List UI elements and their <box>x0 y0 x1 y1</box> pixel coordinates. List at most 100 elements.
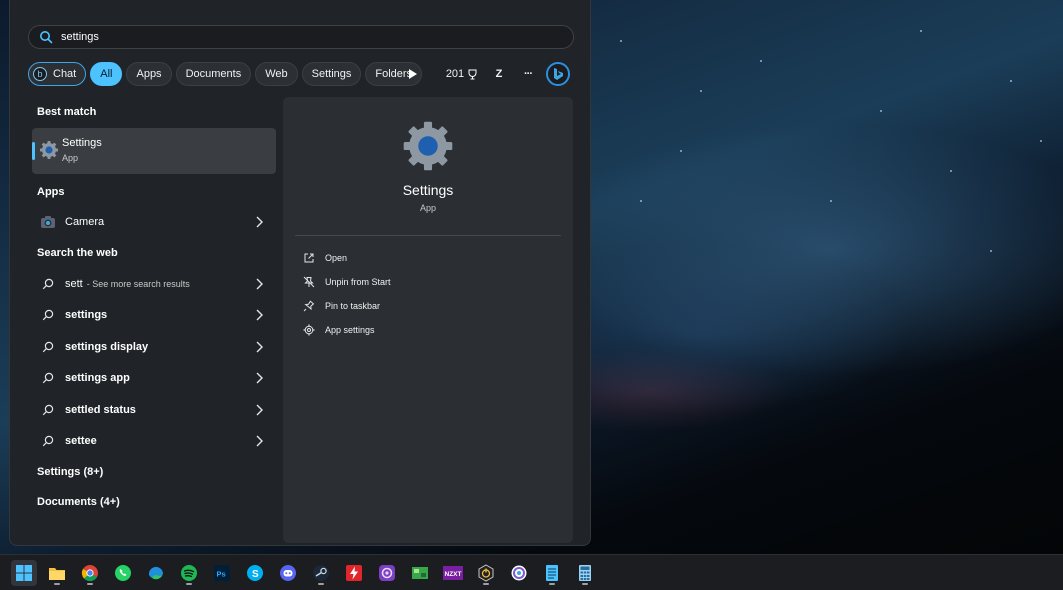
search-icon <box>39 275 57 293</box>
settings-gear-icon <box>40 141 58 159</box>
web-result[interactable]: settings display <box>32 335 276 359</box>
start-button[interactable] <box>11 560 37 586</box>
filter-apps[interactable]: Apps <box>126 62 172 86</box>
detail-type: App <box>419 203 436 213</box>
chat-label: Chat <box>53 68 77 80</box>
web-result[interactable]: settings app <box>32 366 276 390</box>
search-icon <box>39 306 57 324</box>
spotify-icon[interactable] <box>176 560 202 586</box>
filter-web[interactable]: Web <box>255 62 298 86</box>
chevron-right-icon <box>256 278 263 290</box>
search-icon <box>39 432 57 450</box>
action-open[interactable]: Open <box>303 249 347 267</box>
photoshop-icon[interactable]: Ps <box>209 560 235 586</box>
trophy-icon <box>468 69 477 79</box>
action-label: App settings <box>325 325 375 335</box>
search-icon <box>39 338 57 356</box>
best-match-name: Settings <box>62 137 102 149</box>
detail-title: Settings <box>402 182 454 198</box>
action-app-settings[interactable]: App settings <box>303 321 375 339</box>
flash-app-icon[interactable] <box>341 560 367 586</box>
power-app-icon[interactable] <box>473 560 499 586</box>
action-pin-taskbar[interactable]: Pin to taskbar <box>303 297 380 315</box>
filter-settings[interactable]: Settings <box>301 62 362 86</box>
web-query: settings display <box>65 341 149 353</box>
web-query: settee <box>65 435 97 447</box>
filter-bar: b Chat All Apps Documents Web Settings F… <box>28 62 426 86</box>
web-result[interactable]: settled status <box>32 398 276 422</box>
app-name: Camera <box>65 216 105 228</box>
settings-more-heading[interactable]: Settings (8+) <box>37 466 103 478</box>
bing-button[interactable] <box>546 62 570 86</box>
chevron-right-icon <box>256 435 263 447</box>
steam-icon[interactable] <box>308 560 334 586</box>
web-query-hint: - See more search results <box>86 279 190 289</box>
action-unpin-start[interactable]: Unpin from Start <box>303 273 391 291</box>
divider <box>295 235 561 236</box>
more-options-button[interactable]: ··· <box>518 62 538 86</box>
windows-logo-icon <box>16 565 32 581</box>
account-avatar[interactable]: Z <box>491 62 507 86</box>
search-web-heading: Search the web <box>37 247 118 259</box>
settings-gear-icon <box>403 121 453 171</box>
filter-all[interactable]: All <box>90 62 123 86</box>
calculator-icon[interactable] <box>572 560 598 586</box>
gear-icon <box>303 324 315 336</box>
web-result[interactable]: settee <box>32 429 276 453</box>
web-query: sett <box>65 278 83 290</box>
best-match-settings[interactable]: Settings App <box>32 128 276 174</box>
best-match-heading: Best match <box>37 106 97 118</box>
web-query: settled status <box>65 404 136 416</box>
file-explorer-icon[interactable] <box>44 560 70 586</box>
action-label: Open <box>325 253 348 263</box>
action-label: Unpin from Start <box>325 277 391 287</box>
chevron-right-icon <box>256 372 263 384</box>
detail-pane: Settings App Open Unpin from Start Pin t… <box>283 97 573 543</box>
bing-icon: b <box>33 67 47 81</box>
search-input[interactable] <box>61 31 541 43</box>
chevron-right-icon <box>256 341 263 353</box>
documents-more-heading[interactable]: Documents (4+) <box>37 496 120 508</box>
search-icon <box>39 369 57 387</box>
maps-app-icon[interactable] <box>407 560 433 586</box>
notepad-icon[interactable] <box>539 560 565 586</box>
chat-button[interactable]: b Chat <box>28 62 87 86</box>
discord-icon[interactable] <box>275 560 301 586</box>
search-icon <box>39 401 57 419</box>
chevron-right-icon <box>256 216 263 228</box>
skype-icon[interactable]: S <box>242 560 268 586</box>
camera-icon <box>39 213 57 231</box>
bing-logo-icon <box>554 68 563 80</box>
search-box[interactable] <box>28 25 574 49</box>
nzxt-icon[interactable]: NZXT <box>440 560 466 586</box>
web-result[interactable]: sett - See more search results <box>32 272 276 296</box>
search-icon <box>40 31 53 44</box>
svg-text:S: S <box>252 569 259 580</box>
chevron-right-icon <box>256 404 263 416</box>
filter-documents[interactable]: Documents <box>175 62 252 86</box>
action-label: Pin to taskbar <box>325 301 381 311</box>
chevron-right-icon <box>256 309 263 321</box>
app-result-camera[interactable]: Camera <box>32 210 276 234</box>
points-value: 201 <box>445 68 465 80</box>
purple-app-icon[interactable] <box>374 560 400 586</box>
ring-app-icon[interactable] <box>506 560 532 586</box>
pin-icon <box>303 300 315 312</box>
taskbar: Ps S NZXT <box>0 554 1063 590</box>
whatsapp-icon[interactable] <box>110 560 136 586</box>
web-result[interactable]: settings <box>32 303 276 327</box>
svg-text:NZXT: NZXT <box>445 571 462 578</box>
web-query: settings app <box>65 372 130 384</box>
edge-icon[interactable] <box>143 560 169 586</box>
unpin-icon <box>303 276 315 288</box>
chrome-icon[interactable] <box>77 560 103 586</box>
apps-heading: Apps <box>37 186 65 198</box>
svg-text:Ps: Ps <box>217 570 226 579</box>
more-filters-arrow-icon[interactable] <box>406 62 420 86</box>
open-external-icon <box>304 253 314 263</box>
web-query: settings <box>65 309 108 321</box>
best-match-type: App <box>62 153 79 163</box>
rewards-points[interactable]: 201 <box>444 62 480 86</box>
selection-indicator <box>32 142 35 160</box>
start-menu: b Chat All Apps Documents Web Settings F… <box>9 0 591 546</box>
